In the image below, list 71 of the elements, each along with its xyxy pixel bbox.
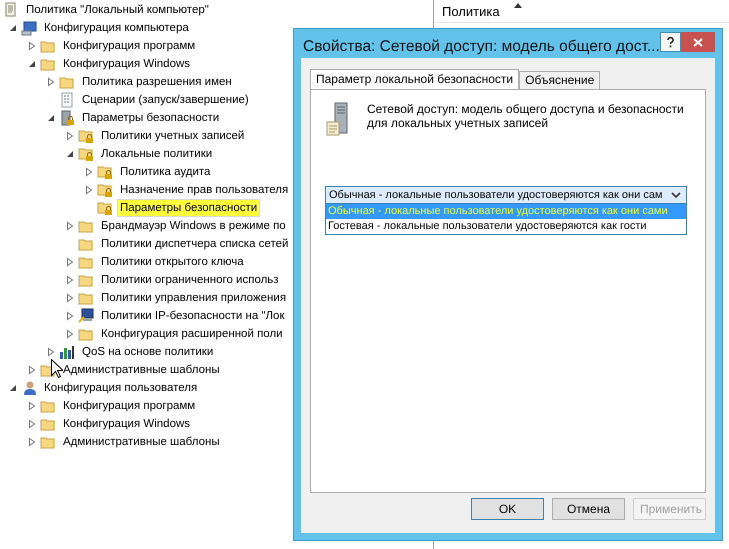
tree-item[interactable]: Конфигурация программ (60, 37, 198, 55)
tree-item[interactable]: Политики открытого ключа (98, 253, 247, 271)
collapsed-arrow-icon[interactable] (46, 347, 56, 357)
tree-item[interactable]: Политики диспетчера списка сетей (98, 235, 292, 253)
tree-item[interactable]: Конфигурация пользователя (41, 379, 200, 397)
tree-item[interactable]: Сценарии (запуск/завершение) (79, 91, 252, 109)
dialog-title: Свойства: Сетевой доступ: модель общего дост... (302, 37, 660, 56)
tree-item[interactable]: Политика разрешения имен (79, 73, 235, 91)
collapsed-arrow-icon[interactable] (65, 131, 75, 141)
collapsed-arrow-icon[interactable] (65, 311, 75, 321)
collapsed-arrow-icon[interactable] (65, 275, 75, 285)
dropdown-option[interactable]: Гостевая - локальные пользователи удостоверяются как гости (326, 219, 686, 234)
tree-item[interactable]: Административные шаблоны (60, 433, 223, 451)
collapsed-arrow-icon[interactable] (27, 365, 37, 375)
tree-item[interactable]: Конфигурация Windows (60, 415, 194, 433)
collapsed-arrow-icon[interactable] (27, 401, 37, 411)
collapsed-arrow-icon[interactable] (65, 293, 75, 303)
expanded-arrow-icon[interactable] (27, 59, 37, 69)
expanded-arrow-icon[interactable] (46, 113, 56, 123)
tree-item[interactable]: Конфигурация Windows (60, 55, 194, 73)
collapsed-arrow-icon[interactable] (84, 167, 94, 177)
tree-item[interactable]: Локальные политики (98, 145, 216, 163)
bar-chart-icon (59, 344, 75, 360)
monitor-key-icon (78, 308, 94, 324)
tree-item[interactable]: Политика "Локальный компьютер" (23, 1, 212, 19)
tree-item[interactable]: Политика аудита (117, 163, 214, 181)
tree-item[interactable]: Политики ограниченного использ (98, 271, 282, 289)
tree-item[interactable]: Конфигурация программ (60, 397, 198, 415)
expanded-arrow-icon[interactable] (8, 23, 18, 33)
collapsed-arrow-icon[interactable] (27, 41, 37, 51)
ok-button[interactable]: OK (471, 498, 544, 520)
expanded-arrow-icon[interactable] (8, 383, 18, 393)
collapsed-arrow-icon[interactable] (65, 257, 75, 267)
tree-item[interactable]: QoS на основе политики (79, 343, 216, 361)
policy-description: Сетевой доступ: модель общего доступа и безопасности для локальных учетных записей (367, 102, 685, 132)
collapsed-arrow-icon[interactable] (27, 437, 37, 447)
sort-arrow-icon (514, 3, 522, 8)
collapsed-arrow-icon[interactable] (46, 77, 56, 87)
collapsed-arrow-icon[interactable] (65, 221, 75, 231)
locked-folder-icon (78, 146, 94, 162)
collapsed-arrow-icon[interactable] (27, 419, 37, 429)
tree-item[interactable]: Административные шаблоны (60, 361, 223, 379)
tree-item[interactable]: Политики управления приложения (98, 289, 290, 307)
tree-item[interactable]: Назначение прав пользователя (117, 181, 292, 199)
tree-item[interactable]: Параметры безопасности (79, 109, 222, 127)
tree-item[interactable]: Политики учетных записей (98, 127, 248, 145)
tree-item[interactable]: Параметры безопасности (117, 199, 260, 217)
locked-folder-icon (97, 182, 113, 198)
script-icon (59, 92, 75, 108)
locked-folder-icon (97, 164, 113, 180)
tab[interactable]: Параметр локальной безопасности (310, 69, 520, 90)
server-lock-icon (59, 110, 75, 126)
tab[interactable]: Объяснение (519, 71, 600, 89)
help-icon[interactable] (660, 32, 682, 52)
cancel-button[interactable]: Отмена (552, 498, 625, 520)
locked-folder-icon (97, 200, 113, 216)
tree-item[interactable]: Брандмауэр Windows в режиме по (98, 217, 289, 235)
collapsed-arrow-icon[interactable] (65, 329, 75, 339)
tree-item[interactable]: Конфигурация компьютера (41, 19, 192, 37)
column-header[interactable]: Политика (434, 0, 729, 23)
tree-item[interactable]: Политики IP-безопасности на "Лок (98, 307, 288, 325)
chevron-down-icon (671, 192, 681, 198)
user-icon (21, 380, 37, 396)
locked-folder-icon (78, 128, 94, 144)
computer-icon (21, 20, 37, 36)
tree-item[interactable]: Конфигурация расширенной поли (98, 325, 286, 343)
expanded-arrow-icon[interactable] (65, 149, 75, 159)
mouse-pointer-icon (51, 359, 63, 378)
dropdown[interactable]: Обычная - локальные пользователи удостоверяются как они сам (325, 186, 687, 204)
collapsed-arrow-icon[interactable] (84, 185, 94, 195)
close-icon[interactable] (681, 32, 715, 52)
